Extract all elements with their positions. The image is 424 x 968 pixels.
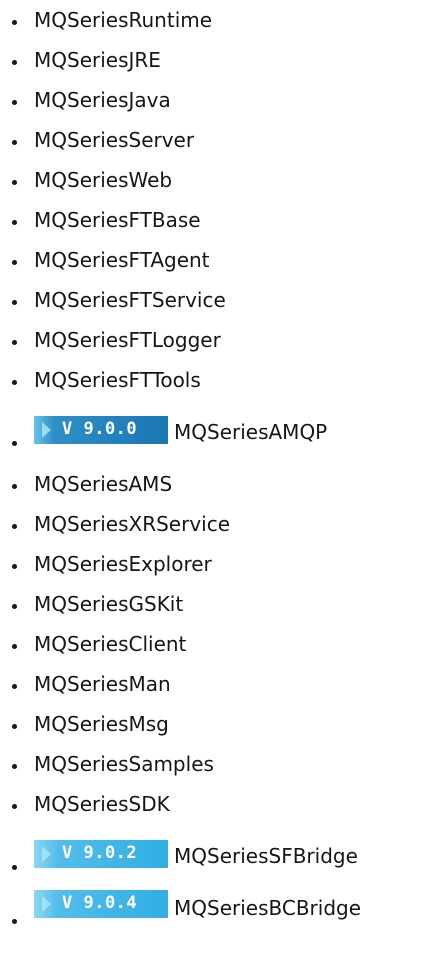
package-name: MQSeriesSamples: [34, 752, 214, 776]
package-item: V 9.0.0 MQSeriesAMQP: [0, 400, 424, 464]
chevron-right-icon: [42, 896, 51, 912]
package-item: MQSeriesAMS: [0, 464, 424, 504]
bullet-icon: [10, 240, 18, 280]
package-item: MQSeriesSDK: [0, 784, 424, 824]
package-item: MQSeriesMsg: [0, 704, 424, 744]
package-name: MQSeriesExplorer: [34, 552, 212, 576]
package-name: MQSeriesGSKit: [34, 592, 184, 616]
package-item: MQSeriesClient: [0, 624, 424, 664]
package-item: V 9.0.4 MQSeriesBCBridge: [0, 888, 424, 932]
bullet-icon: [10, 464, 18, 504]
bullet-icon: [10, 664, 18, 704]
version-badge: V 9.0.2: [34, 840, 168, 868]
package-item: MQSeriesXRService: [0, 504, 424, 544]
package-item: MQSeriesJava: [0, 80, 424, 120]
package-name: MQSeriesXRService: [34, 512, 231, 536]
package-item: MQSeriesFTService: [0, 280, 424, 320]
package-item: MQSeriesMan: [0, 664, 424, 704]
version-badge: V 9.0.4: [34, 890, 168, 918]
package-item: MQSeriesJRE: [0, 40, 424, 80]
package-item: MQSeriesFTLogger: [0, 320, 424, 360]
bullet-icon: [10, 824, 18, 888]
bullet-icon: [10, 80, 18, 120]
bullet-icon: [10, 544, 18, 584]
version-label: V 9.0.0: [62, 419, 138, 439]
package-item: MQSeriesRuntime: [0, 0, 424, 40]
bullet-icon: [10, 400, 18, 464]
package-name: MQSeriesFTService: [34, 288, 226, 312]
package-item: MQSeriesWeb: [0, 160, 424, 200]
bullet-icon: [10, 744, 18, 784]
bullet-icon: [10, 504, 18, 544]
package-name: MQSeriesSDK: [34, 792, 170, 816]
package-item: MQSeriesGSKit: [0, 584, 424, 624]
package-name: MQSeriesAMQP: [174, 420, 328, 444]
package-name: MQSeriesJava: [34, 88, 171, 112]
bullet-icon: [10, 0, 18, 40]
package-item: MQSeriesServer: [0, 120, 424, 160]
package-name: MQSeriesAMS: [34, 472, 173, 496]
bullet-icon: [10, 120, 18, 160]
package-name: MQSeriesJRE: [34, 48, 161, 72]
bullet-icon: [10, 280, 18, 320]
chevron-right-icon: [42, 422, 51, 438]
package-name: MQSeriesMan: [34, 672, 171, 696]
package-item: V 9.0.2 MQSeriesSFBridge: [0, 824, 424, 888]
bullet-icon: [10, 360, 18, 400]
version-label: V 9.0.4: [62, 893, 138, 913]
version-badge: V 9.0.0: [34, 416, 168, 444]
package-item: MQSeriesFTTools: [0, 360, 424, 400]
bullet-icon: [10, 200, 18, 240]
package-name: MQSeriesFTBase: [34, 208, 201, 232]
version-label: V 9.0.2: [62, 843, 138, 863]
package-name: MQSeriesServer: [34, 128, 195, 152]
package-name: MQSeriesRuntime: [34, 8, 213, 32]
package-item: MQSeriesSamples: [0, 744, 424, 784]
package-name: MQSeriesSFBridge: [174, 844, 358, 868]
package-name: MQSeriesFTTools: [34, 368, 201, 392]
package-name: MQSeriesFTAgent: [34, 248, 210, 272]
bullet-icon: [10, 784, 18, 824]
bullet-icon: [10, 160, 18, 200]
package-name: MQSeriesBCBridge: [174, 896, 362, 920]
package-item: MQSeriesExplorer: [0, 544, 424, 584]
bullet-icon: [10, 624, 18, 664]
package-item: MQSeriesFTAgent: [0, 240, 424, 280]
bullet-icon: [10, 888, 18, 932]
chevron-right-icon: [42, 846, 51, 862]
bullet-icon: [10, 584, 18, 624]
package-name: MQSeriesWeb: [34, 168, 173, 192]
bullet-icon: [10, 40, 18, 80]
bullet-icon: [10, 320, 18, 360]
package-item: MQSeriesFTBase: [0, 200, 424, 240]
package-name: MQSeriesFTLogger: [34, 328, 221, 352]
package-name: MQSeriesClient: [34, 632, 187, 656]
package-name: MQSeriesMsg: [34, 712, 169, 736]
bullet-icon: [10, 704, 18, 744]
package-list: MQSeriesRuntime MQSeriesJRE MQSeriesJava…: [0, 0, 424, 932]
